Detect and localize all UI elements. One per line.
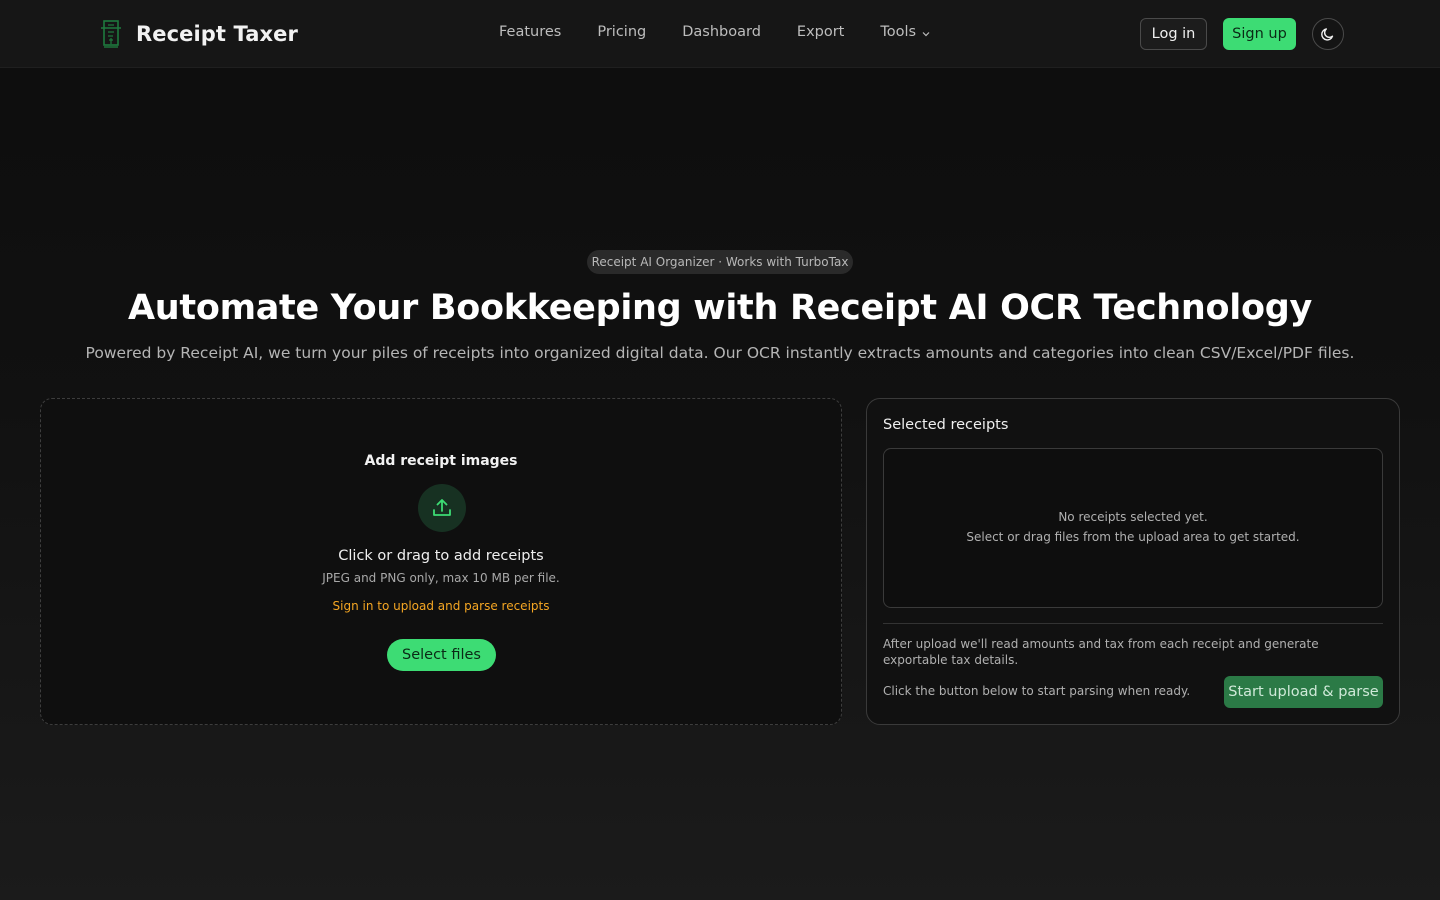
hero-title: Automate Your Bookkeeping with Receipt A…	[127, 288, 1312, 328]
signup-button[interactable]: Sign up	[1223, 18, 1296, 50]
parse-info-text: After upload we'll read amounts and tax …	[883, 637, 1319, 667]
top-navbar: Receipt Taxer Features Pricing Dashboard…	[0, 0, 1440, 68]
brand[interactable]: Receipt Taxer	[100, 17, 298, 51]
upload-file-hint: JPEG and PNG only, max 10 MB per file.	[322, 571, 560, 585]
nav-dashboard[interactable]: Dashboard	[682, 24, 761, 40]
main-nav: Features Pricing Dashboard Export Tools	[499, 24, 931, 40]
selected-receipts-panel: Selected receipts No receipts selected y…	[866, 398, 1400, 725]
chevron-down-icon	[922, 31, 930, 36]
upload-title: Add receipt images	[364, 453, 518, 469]
login-button[interactable]: Log in	[1140, 18, 1207, 50]
theme-toggle-button[interactable]	[1312, 18, 1344, 50]
brand-name: Receipt Taxer	[136, 22, 298, 46]
upload-icon-badge	[418, 484, 466, 532]
nav-export[interactable]: Export	[797, 24, 844, 40]
select-files-button[interactable]: Select files	[387, 639, 496, 671]
parse-prompt-text: Click the button below to start parsing …	[883, 684, 1191, 698]
empty-state-hint: Select or drag files from the upload are…	[966, 530, 1300, 544]
selected-receipts-list: No receipts selected yet. Select or drag…	[883, 448, 1383, 608]
selected-receipts-title: Selected receipts	[883, 417, 1009, 433]
nav-features[interactable]: Features	[499, 24, 561, 40]
upload-dropzone[interactable]: Add receipt images Click or drag to add …	[40, 398, 842, 725]
receipt-logo-icon	[101, 20, 121, 48]
empty-state-message: No receipts selected yet.	[1058, 510, 1208, 524]
nav-pricing[interactable]: Pricing	[597, 24, 646, 40]
nav-tools-label: Tools	[880, 24, 917, 40]
upload-cta-text: Click or drag to add receipts	[338, 548, 544, 564]
upload-icon	[433, 499, 451, 516]
hero-badge: Receipt AI Organizer · Works with TurboT…	[587, 250, 853, 274]
hero-subtitle: Powered by Receipt AI, we turn your pile…	[85, 344, 1355, 362]
nav-tools-dropdown[interactable]: Tools	[880, 24, 931, 40]
signin-warning[interactable]: Sign in to upload and parse receipts	[41, 599, 841, 613]
divider	[883, 623, 1383, 624]
start-upload-parse-button[interactable]: Start upload & parse	[1224, 676, 1383, 708]
moon-icon	[1321, 28, 1334, 41]
